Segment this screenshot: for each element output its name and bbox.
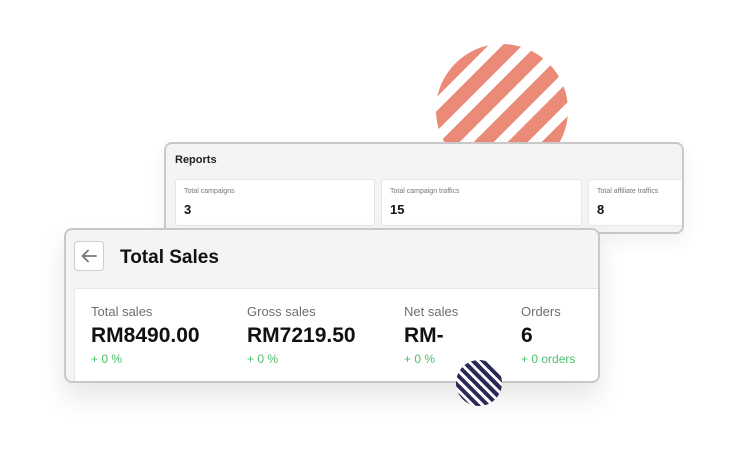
metric-orders: Orders 6 + 0 orders (521, 304, 575, 366)
report-tile-value: 15 (390, 202, 405, 217)
metric-label: Gross sales (247, 304, 316, 319)
page-title: Total Sales (120, 247, 219, 268)
report-tile-value: 8 (597, 202, 605, 217)
metric-total-sales: Total sales RM8490.00 + 0 % (91, 304, 200, 366)
metric-change: + 0 % (91, 352, 123, 366)
metric-label: Orders (521, 304, 561, 319)
report-tile-value: 3 (184, 202, 192, 217)
report-tile-total-campaign-traffics[interactable]: Total campaign traffics 15 (381, 179, 582, 226)
report-tile-label: Total affiliate traffics (597, 188, 659, 195)
report-tile-label: Total campaigns (184, 188, 235, 195)
stage: Reports Total campaigns 3 Total campaign… (0, 0, 750, 450)
total-sales-card: Total Sales Total sales RM8490.00 + 0 % … (64, 228, 600, 383)
metric-change: + 0 orders (521, 352, 576, 366)
metric-value: 6 (521, 324, 533, 347)
reports-title: Reports (175, 154, 217, 166)
metric-gross-sales: Gross sales RM7219.50 + 0 % (247, 304, 356, 366)
back-button[interactable] (74, 241, 104, 271)
sales-metrics-panel: Total sales RM8490.00 + 0 % Gross sales … (74, 288, 598, 381)
decorative-navy-striped-circle (456, 360, 502, 406)
report-tile-total-affiliate-traffics[interactable]: Total affiliate traffics 8 (588, 179, 682, 226)
metric-value: RM8490.00 (91, 324, 200, 347)
metric-label: Total sales (91, 304, 153, 319)
metric-change: + 0 % (247, 352, 279, 366)
metric-value: RM- (404, 324, 444, 347)
arrow-left-icon (81, 249, 97, 263)
metric-net-sales: Net sales RM- + 0 % (404, 304, 458, 366)
metric-value: RM7219.50 (247, 324, 356, 347)
metric-label: Net sales (404, 304, 459, 319)
metric-change: + 0 % (404, 352, 436, 366)
reports-card: Reports Total campaigns 3 Total campaign… (164, 142, 684, 234)
report-tile-total-campaigns[interactable]: Total campaigns 3 (175, 179, 375, 226)
report-tile-label: Total campaign traffics (390, 188, 460, 195)
